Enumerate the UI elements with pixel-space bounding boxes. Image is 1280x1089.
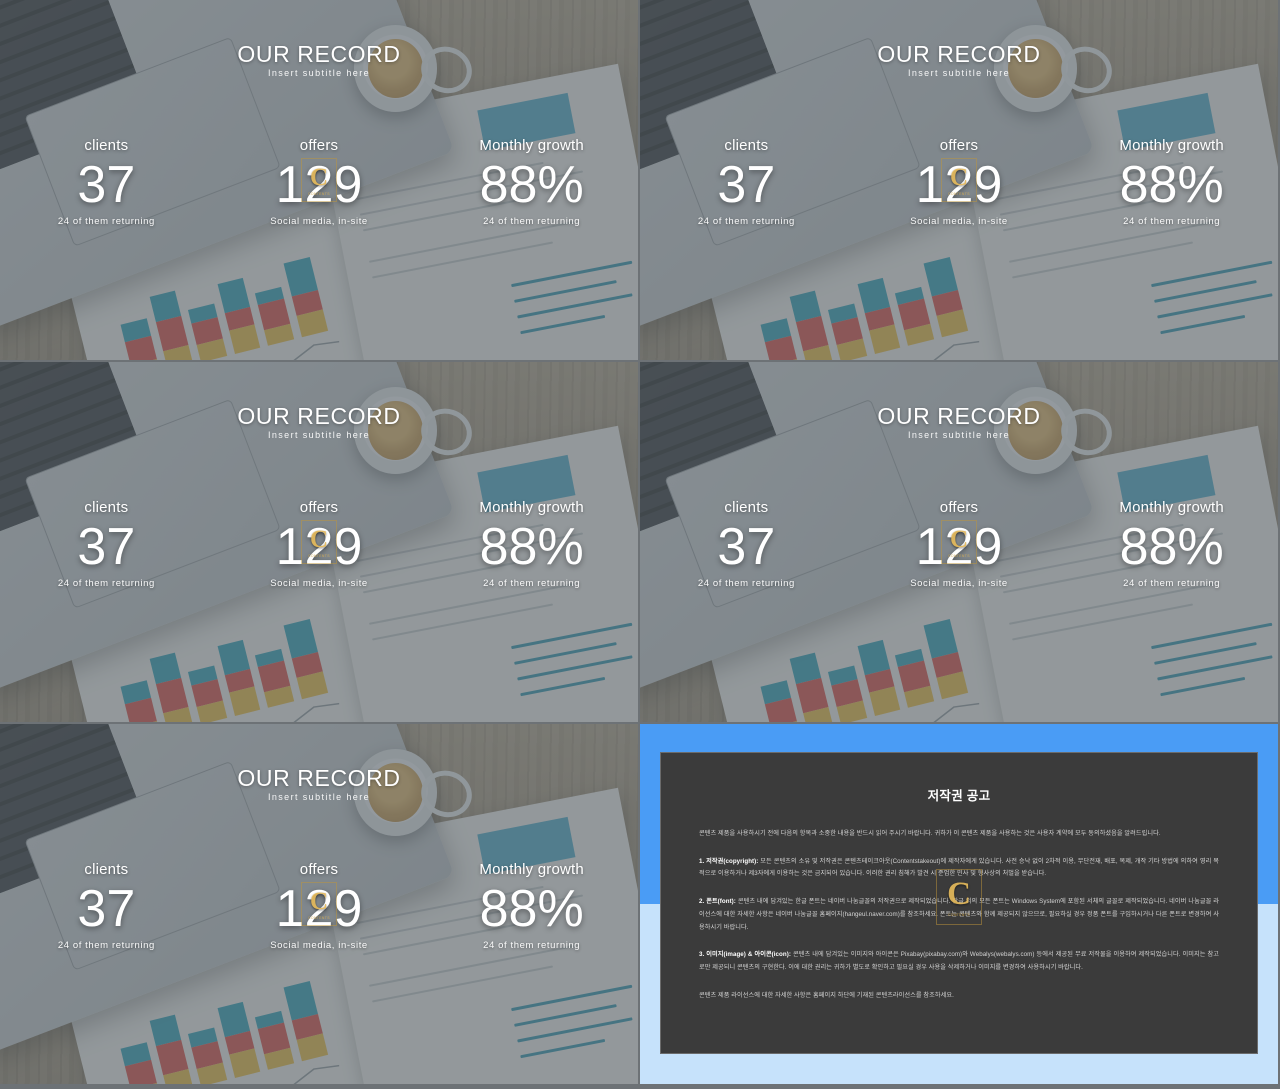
stat-note: Social media, in-site	[270, 216, 368, 228]
slide-subtitle: Insert subtitle here	[267, 430, 371, 441]
notice-section-heading: 3. 이미지(image) & 아이콘(icon):	[699, 951, 791, 959]
stat-item: Monthly growth 88% 24 of them returning	[1065, 499, 1278, 589]
notice-section-font: 2. 폰트(font): 콘텐츠 내에 담겨있는 한글 폰트는 네이버 나눔글꼴…	[699, 896, 1219, 934]
stat-item: clients 37 24 of them returning	[0, 861, 213, 951]
stat-value: 37	[77, 879, 136, 938]
stat-item: clients 37 24 of them returning	[0, 137, 213, 227]
stat-item: offers 129 Social media, in-site	[853, 499, 1066, 589]
stat-label: Monthly growth	[479, 860, 584, 878]
stat-value: 129	[275, 517, 363, 576]
stat-item: clients 37 24 of them returning	[640, 137, 853, 227]
stat-note: 24 of them returning	[57, 940, 155, 952]
slide-content: OUR RECORD Insert subtitle here clients …	[0, 724, 638, 1084]
slide-grid: OUR RECORD Insert subtitle here clients …	[0, 0, 1280, 1089]
stat-label: Monthly growth	[1119, 498, 1224, 516]
stat-value: 129	[275, 155, 363, 214]
stat-label: Monthly growth	[1119, 136, 1224, 154]
stat-note: 24 of them returning	[483, 940, 581, 952]
stat-label: clients	[84, 136, 129, 154]
stat-value: 37	[77, 155, 136, 214]
stat-label: offers	[939, 136, 979, 154]
slide-content: OUR RECORD Insert subtitle here clients …	[640, 0, 1278, 360]
stat-label: offers	[299, 136, 339, 154]
slide-thumbnail-2[interactable]: OUR RECORD Insert subtitle here clients …	[640, 0, 1278, 360]
stats-row: clients 37 24 of them returning offers 1…	[0, 861, 638, 951]
stat-item: offers 129 Social media, in-site	[853, 137, 1066, 227]
slide-thumbnail-1[interactable]: OUR RECORD Insert subtitle here clients …	[0, 0, 638, 360]
stat-note: Social media, in-site	[270, 578, 368, 590]
slide-content: OUR RECORD Insert subtitle here clients …	[640, 362, 1278, 722]
stat-item: clients 37 24 of them returning	[640, 499, 853, 589]
stat-label: offers	[299, 860, 339, 878]
notice-section-body: 콘텐츠 내에 담겨있는 한글 폰트는 네이버 나눔글꼴의 저작권으로 제작되었습…	[699, 898, 1219, 931]
notice-intro: 콘텐츠 제품을 사용하시기 전에 다음의 항목과 소중한 내용을 반드시 읽어 …	[699, 830, 1161, 837]
stat-note: 24 of them returning	[697, 578, 795, 590]
notice-section-heading: 2. 폰트(font):	[699, 898, 736, 906]
stat-item: Monthly growth 88% 24 of them returning	[425, 861, 638, 951]
stat-value: 88%	[1119, 517, 1224, 576]
notice-section-copyright: 1. 저작권(copyright): 모든 콘텐츠의 소유 및 저작권은 콘텐츠…	[699, 856, 1219, 881]
slide-subtitle: Insert subtitle here	[267, 68, 371, 79]
stat-label: clients	[724, 136, 769, 154]
slide-content: OUR RECORD Insert subtitle here clients …	[0, 362, 638, 722]
stat-item: clients 37 24 of them returning	[0, 499, 213, 589]
stat-value: 88%	[479, 517, 584, 576]
notice-footer: 콘텐츠 제품 라이선스에 대한 자세한 사항은 홈페이지 하단에 기재된 콘텐츠…	[699, 991, 954, 999]
stat-label: Monthly growth	[479, 136, 584, 154]
slide-title: OUR RECORD	[237, 403, 401, 430]
stats-row: clients 37 24 of them returning offers 1…	[640, 499, 1278, 589]
stat-value: 88%	[479, 879, 584, 938]
stat-item: Monthly growth 88% 24 of them returning	[425, 499, 638, 589]
stat-value: 37	[717, 517, 776, 576]
stat-note: 24 of them returning	[57, 578, 155, 590]
stats-row: clients 37 24 of them returning offers 1…	[0, 137, 638, 227]
notice-title: 저작권 공고	[927, 789, 991, 803]
slide-content: OUR RECORD Insert subtitle here clients …	[0, 0, 638, 360]
stat-note: Social media, in-site	[910, 216, 1008, 228]
stat-value: 37	[77, 517, 136, 576]
stat-label: offers	[299, 498, 339, 516]
stat-value: 129	[915, 517, 1003, 576]
stat-item: offers 129 Social media, in-site	[213, 137, 426, 227]
stat-value: 129	[915, 155, 1003, 214]
stat-label: clients	[84, 498, 129, 516]
stat-label: clients	[724, 498, 769, 516]
slide-subtitle: Insert subtitle here	[907, 68, 1011, 79]
stats-row: clients 37 24 of them returning offers 1…	[0, 499, 638, 589]
stat-value: 88%	[1119, 155, 1224, 214]
stat-value: 88%	[479, 155, 584, 214]
slide-thumbnail-5[interactable]: OUR RECORD Insert subtitle here clients …	[0, 724, 638, 1084]
stat-label: clients	[84, 860, 129, 878]
stat-note: Social media, in-site	[270, 940, 368, 952]
stats-row: clients 37 24 of them returning offers 1…	[640, 137, 1278, 227]
notice-section-image-icon: 3. 이미지(image) & 아이콘(icon): 콘텐츠 내에 담겨있는 이…	[699, 949, 1219, 974]
stat-label: Monthly growth	[479, 498, 584, 516]
stat-note: 24 of them returning	[1123, 578, 1221, 590]
notice-card: 저작권 공고 콘텐츠 제품을 사용하시기 전에 다음의 항목과 소중한 내용을 …	[660, 752, 1258, 1054]
stat-value: 129	[275, 879, 363, 938]
stat-value: 37	[717, 155, 776, 214]
copyright-notice-panel[interactable]: 저작권 공고 콘텐츠 제품을 사용하시기 전에 다음의 항목과 소중한 내용을 …	[640, 724, 1278, 1084]
notice-section-body: 모든 콘텐츠의 소유 및 저작권은 콘텐츠테이크아웃(Contentstakeo…	[699, 857, 1219, 878]
slide-title: OUR RECORD	[877, 403, 1041, 430]
slide-thumbnail-4[interactable]: OUR RECORD Insert subtitle here clients …	[640, 362, 1278, 722]
stat-note: 24 of them returning	[483, 578, 581, 590]
slide-subtitle: Insert subtitle here	[267, 792, 371, 803]
stat-note: 24 of them returning	[1123, 216, 1221, 228]
stat-note: 24 of them returning	[483, 216, 581, 228]
slide-title: OUR RECORD	[877, 41, 1041, 68]
notice-section-heading: 1. 저작권(copyright):	[699, 857, 759, 865]
stat-note: 24 of them returning	[697, 216, 795, 228]
stat-item: Monthly growth 88% 24 of them returning	[425, 137, 638, 227]
stat-note: Social media, in-site	[910, 578, 1008, 590]
slide-thumbnail-3[interactable]: OUR RECORD Insert subtitle here clients …	[0, 362, 638, 722]
stat-item: Monthly growth 88% 24 of them returning	[1065, 137, 1278, 227]
slide-subtitle: Insert subtitle here	[907, 430, 1011, 441]
slide-title: OUR RECORD	[237, 765, 401, 792]
slide-title: OUR RECORD	[237, 41, 401, 68]
stat-label: offers	[939, 498, 979, 516]
stat-item: offers 129 Social media, in-site	[213, 499, 426, 589]
stat-item: offers 129 Social media, in-site	[213, 861, 426, 951]
stat-note: 24 of them returning	[57, 216, 155, 228]
